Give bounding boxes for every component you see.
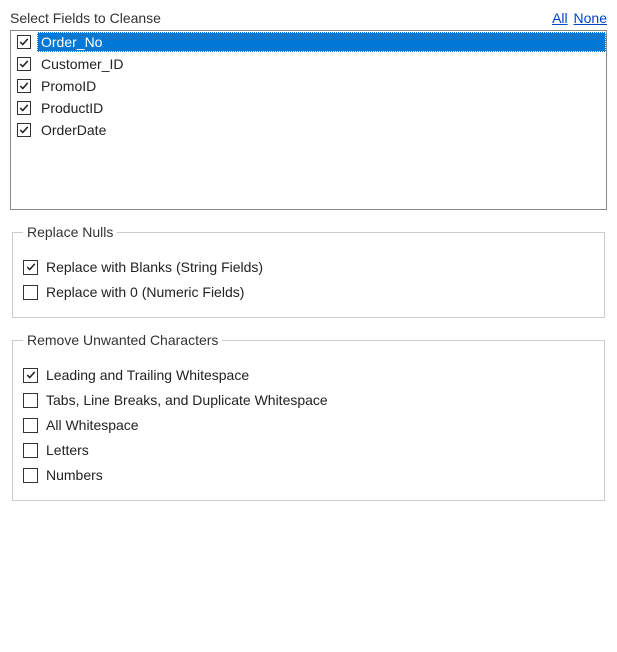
option-checkbox[interactable] (23, 393, 38, 408)
option-label: Numbers (46, 467, 103, 483)
field-label: OrderDate (37, 120, 606, 140)
field-label: ProductID (37, 98, 606, 118)
field-row[interactable]: Customer_ID (11, 53, 606, 75)
field-label: PromoID (37, 76, 606, 96)
option-checkbox[interactable] (23, 443, 38, 458)
option-checkbox[interactable] (23, 368, 38, 383)
option-row[interactable]: Leading and Trailing Whitespace (23, 367, 594, 383)
option-row[interactable]: Replace with Blanks (String Fields) (23, 259, 594, 275)
select-all-link[interactable]: All (552, 10, 568, 26)
field-checkbox[interactable] (17, 35, 31, 49)
field-checkbox[interactable] (17, 57, 31, 71)
option-label: Replace with 0 (Numeric Fields) (46, 284, 244, 300)
field-checkbox[interactable] (17, 123, 31, 137)
option-checkbox[interactable] (23, 468, 38, 483)
field-list[interactable]: Order_NoCustomer_IDPromoIDProductIDOrder… (10, 30, 607, 210)
field-row[interactable]: PromoID (11, 75, 606, 97)
option-label: Leading and Trailing Whitespace (46, 367, 249, 383)
select-links: All None (550, 10, 607, 26)
remove-chars-legend: Remove Unwanted Characters (23, 332, 222, 348)
replace-nulls-group: Replace Nulls Replace with Blanks (Strin… (12, 224, 605, 318)
field-row[interactable]: OrderDate (11, 119, 606, 141)
option-checkbox[interactable] (23, 285, 38, 300)
option-label: Replace with Blanks (String Fields) (46, 259, 263, 275)
option-label: Tabs, Line Breaks, and Duplicate Whitesp… (46, 392, 328, 408)
replace-nulls-legend: Replace Nulls (23, 224, 117, 240)
option-label: Letters (46, 442, 89, 458)
option-row[interactable]: All Whitespace (23, 417, 594, 433)
option-row[interactable]: Replace with 0 (Numeric Fields) (23, 284, 594, 300)
field-row[interactable]: ProductID (11, 97, 606, 119)
option-checkbox[interactable] (23, 260, 38, 275)
select-none-link[interactable]: None (574, 10, 607, 26)
option-row[interactable]: Letters (23, 442, 594, 458)
option-row[interactable]: Numbers (23, 467, 594, 483)
option-label: All Whitespace (46, 417, 139, 433)
field-label: Customer_ID (37, 54, 606, 74)
option-row[interactable]: Tabs, Line Breaks, and Duplicate Whitesp… (23, 392, 594, 408)
option-checkbox[interactable] (23, 418, 38, 433)
field-checkbox[interactable] (17, 79, 31, 93)
field-row[interactable]: Order_No (11, 31, 606, 53)
field-checkbox[interactable] (17, 101, 31, 115)
field-label: Order_No (37, 32, 606, 52)
remove-chars-group: Remove Unwanted Characters Leading and T… (12, 332, 605, 501)
section-title: Select Fields to Cleanse (10, 10, 161, 26)
